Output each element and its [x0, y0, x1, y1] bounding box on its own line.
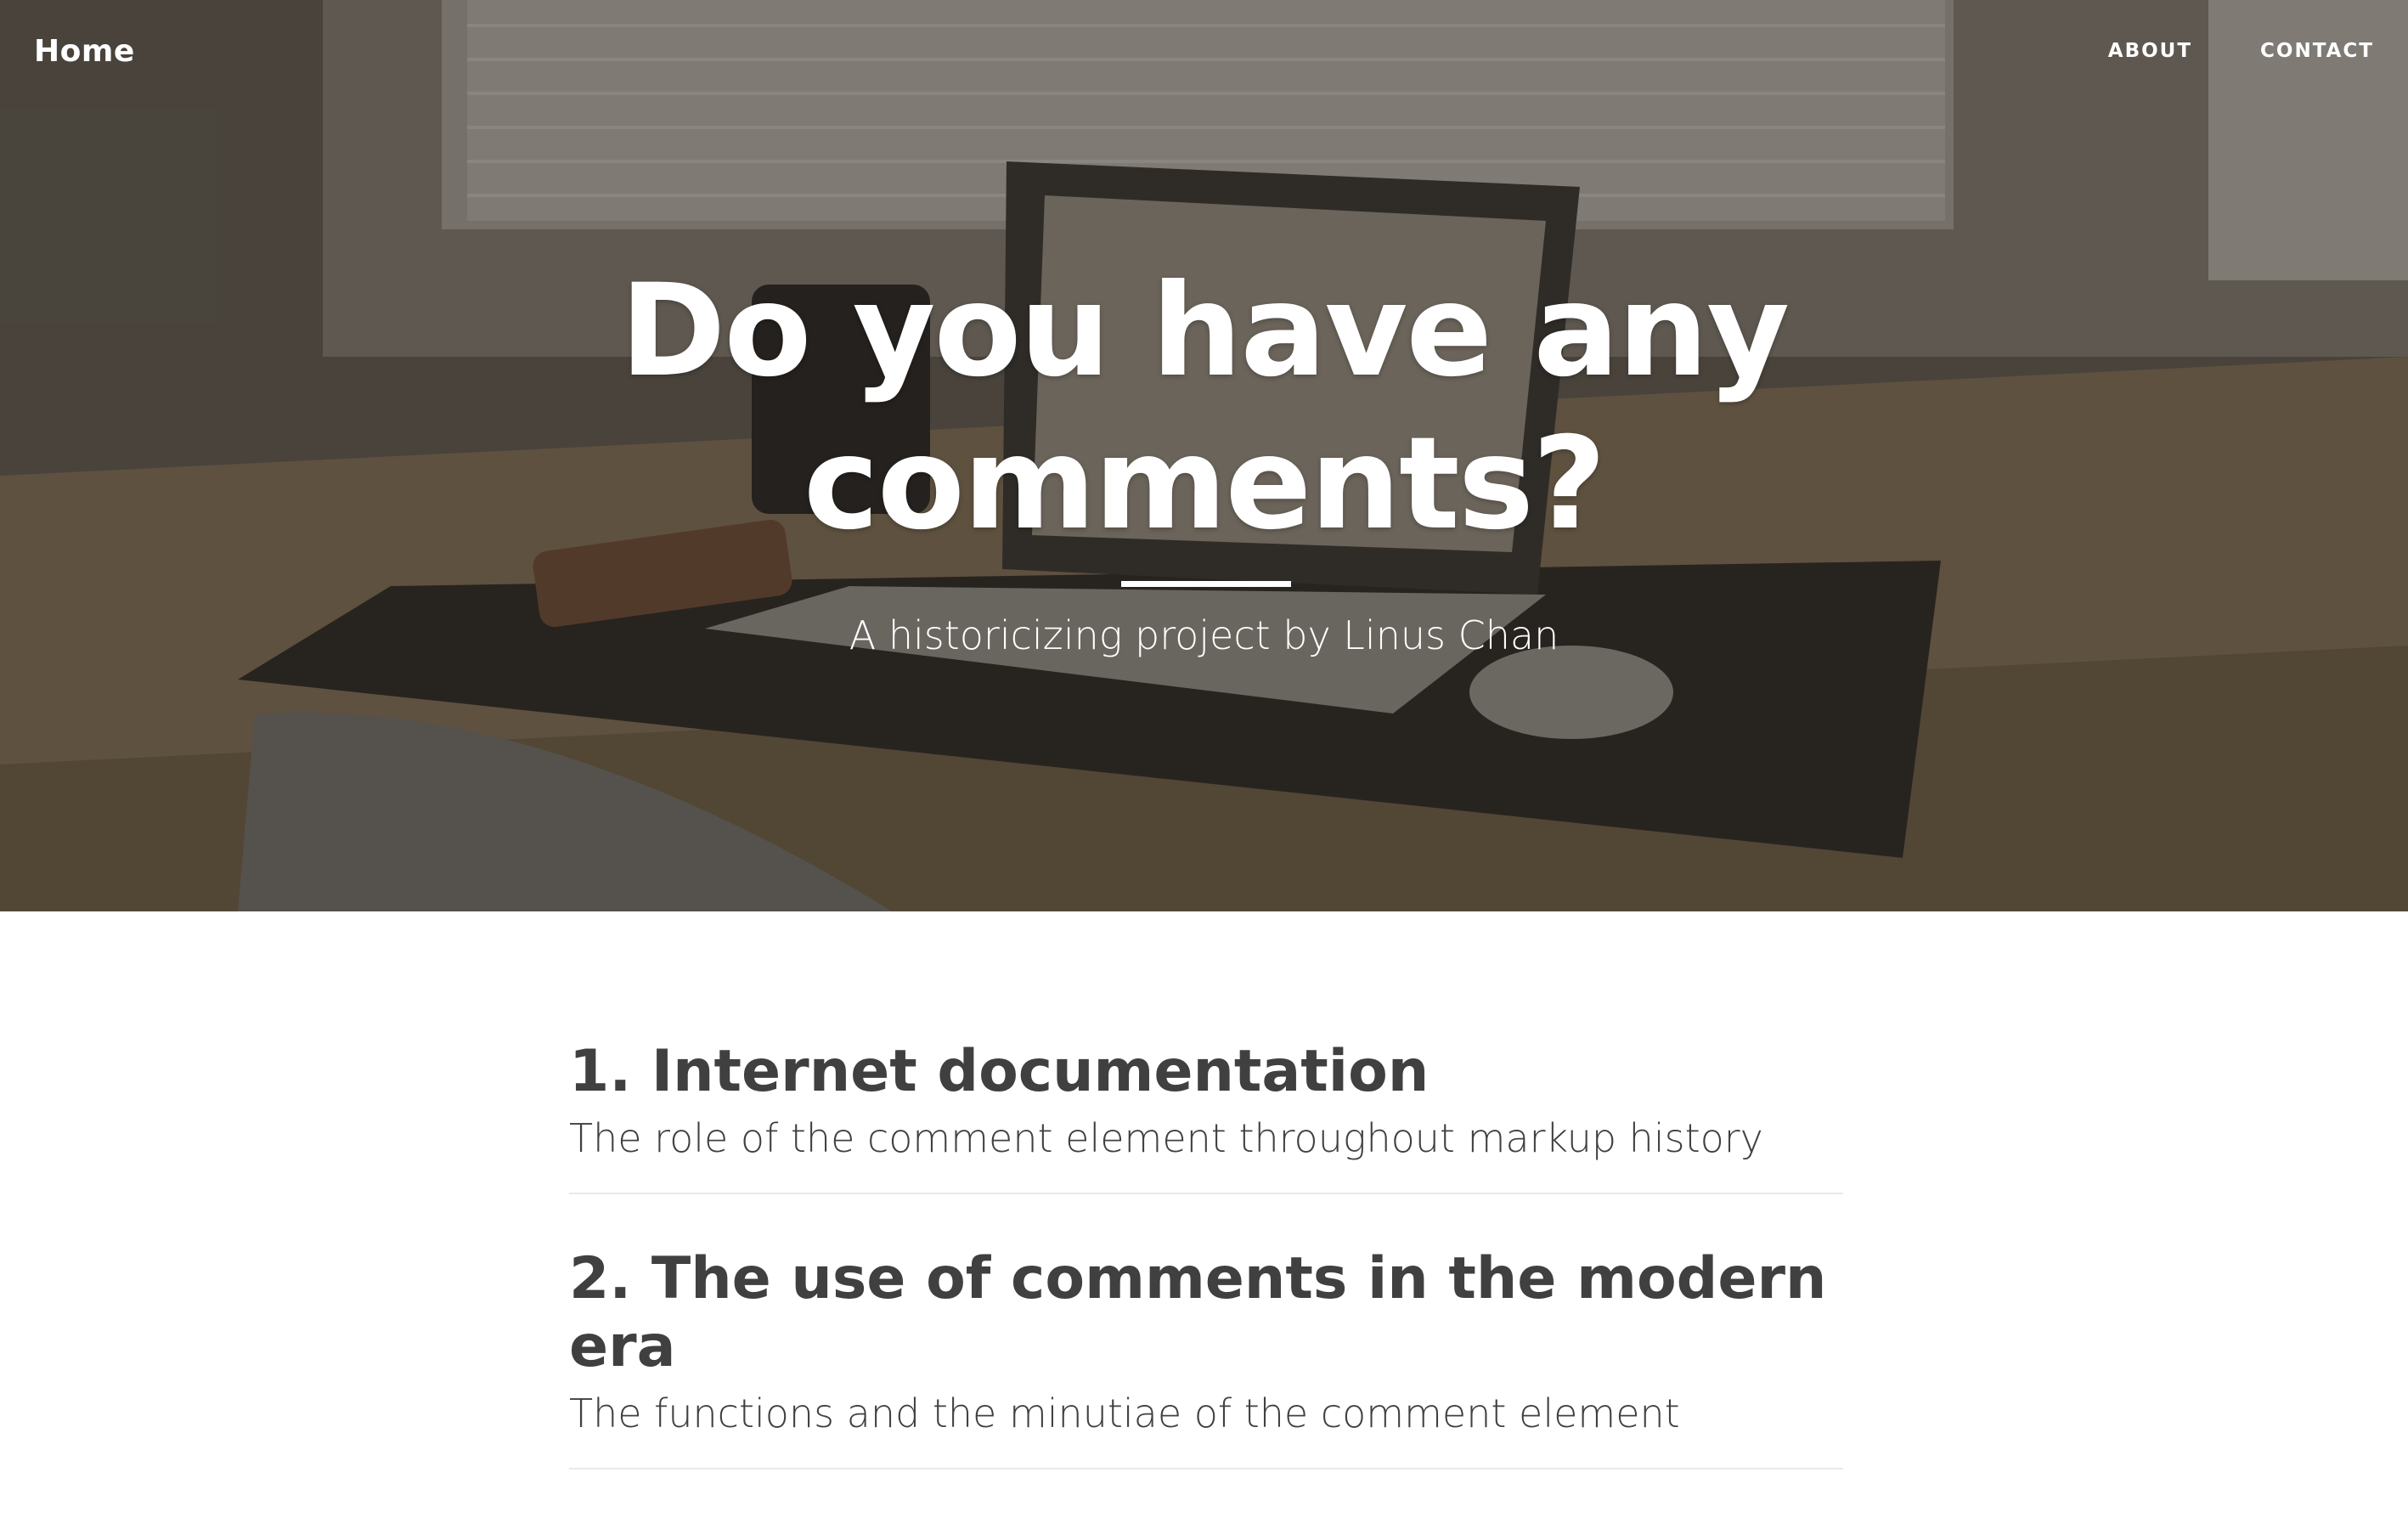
post-subtitle: The role of the comment element througho… — [569, 1115, 1763, 1161]
post-title-link[interactable]: 1. Internet documentation — [569, 1038, 1843, 1106]
hero-subheading: A historicizing project by Linus Chan — [849, 612, 1559, 658]
post-list: 1. Internet documentation The role of th… — [569, 1038, 1843, 1520]
hero-heading: Do you have any comments? — [0, 255, 2408, 561]
nav-contact-link[interactable]: CONTACT — [2260, 34, 2374, 68]
post-preview: 1. Internet documentation The role of th… — [569, 1038, 1843, 1194]
post-preview: 2. The use of comments in the modern era… — [569, 1245, 1843, 1469]
nav-about-link[interactable]: ABOUT — [2108, 34, 2192, 68]
nav-home-link[interactable]: Home — [34, 29, 135, 75]
hero-divider — [1121, 581, 1291, 587]
nav-links: ABOUT CONTACT — [2108, 34, 2374, 68]
hero-header: Home ABOUT CONTACT Do you have any comme… — [0, 0, 2408, 911]
post-title-link[interactable]: 2. The use of comments in the modern era — [569, 1245, 1843, 1381]
post-subtitle: The functions and the minutiae of the co… — [569, 1390, 1680, 1436]
hero-heading-line-1: Do you have any — [619, 257, 1790, 405]
hero-heading-line-2: comments? — [803, 410, 1606, 558]
